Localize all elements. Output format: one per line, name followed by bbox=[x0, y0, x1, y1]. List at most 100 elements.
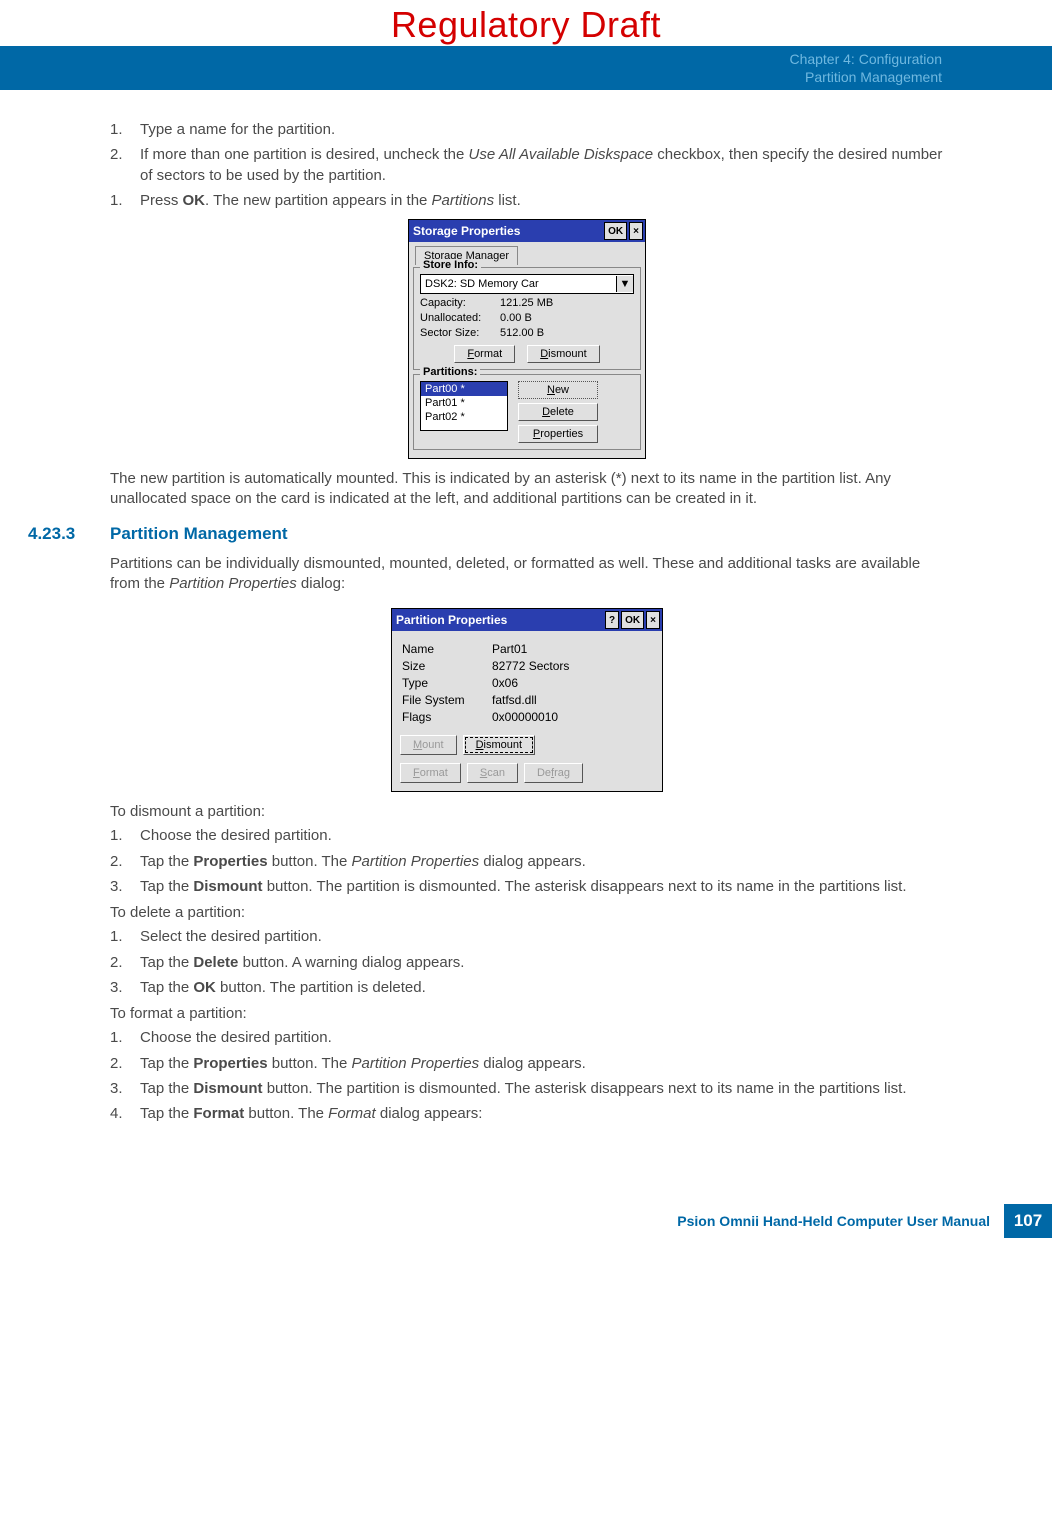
text: button. A warning dialog appears. bbox=[238, 954, 464, 971]
titlebar: Storage Properties OK × bbox=[409, 220, 645, 242]
text: Tap the bbox=[140, 954, 193, 971]
list-item: 2.Tap the Properties button. The Partiti… bbox=[110, 1054, 944, 1074]
list-item[interactable]: Part02 * bbox=[421, 410, 507, 424]
bold-text: OK bbox=[193, 979, 216, 996]
chapter-line-2: Partition Management bbox=[789, 68, 942, 86]
bold-text: Delete bbox=[193, 954, 238, 971]
label: Name bbox=[402, 642, 492, 656]
defrag-button[interactable]: Defrag bbox=[524, 763, 583, 783]
list-item: 1. Type a name for the partition. bbox=[110, 120, 944, 140]
bold-text: Properties bbox=[193, 1055, 267, 1072]
chapter-line-1: Chapter 4: Configuration bbox=[789, 50, 942, 68]
label: Size bbox=[402, 659, 492, 673]
text: list. bbox=[494, 192, 521, 209]
label: Unallocated: bbox=[420, 312, 500, 324]
body-paragraph: To format a partition: bbox=[110, 1004, 944, 1024]
close-button[interactable]: × bbox=[629, 222, 643, 240]
list-item: 2.Tap the Delete button. A warning dialo… bbox=[110, 953, 944, 973]
step-text: Press OK. The new partition appears in t… bbox=[140, 191, 944, 211]
fieldset-legend: Partitions: bbox=[420, 366, 480, 378]
page-number: 107 bbox=[1004, 1204, 1052, 1238]
format-steps: 1.Choose the desired partition. 2.Tap th… bbox=[110, 1028, 944, 1124]
chevron-down-icon[interactable]: ▼ bbox=[616, 276, 633, 292]
value: fatfsd.dll bbox=[492, 693, 537, 707]
partition-properties-dialog: Partition Properties ? OK × NamePart01 S… bbox=[391, 608, 663, 792]
step-number: 3. bbox=[110, 877, 140, 897]
step-text: Select the desired partition. bbox=[140, 927, 944, 947]
value: 121.25 MB bbox=[500, 297, 553, 309]
list-item: 1. Press OK. The new partition appears i… bbox=[110, 191, 944, 211]
list-item: 3.Tap the OK button. The partition is de… bbox=[110, 978, 944, 998]
text: Tap the bbox=[140, 853, 193, 870]
page-footer: Psion Omnii Hand-Held Computer User Manu… bbox=[0, 1204, 1052, 1238]
ok-button[interactable]: OK bbox=[604, 222, 627, 240]
format-button[interactable]: Format bbox=[454, 345, 515, 363]
partitions-fieldset: Partitions: Part00 * Part01 * Part02 * N… bbox=[413, 374, 641, 450]
text: button. The partition is dismounted. The… bbox=[263, 1080, 907, 1097]
section-title: Partition Management bbox=[110, 524, 288, 544]
list-item: 1.Select the desired partition. bbox=[110, 927, 944, 947]
titlebar: Partition Properties ? OK × bbox=[392, 609, 662, 631]
text: button. The bbox=[268, 853, 352, 870]
dialog-title: Partition Properties bbox=[396, 613, 603, 627]
step-number: 2. bbox=[110, 852, 140, 872]
value: 0x06 bbox=[492, 676, 518, 690]
bold-text: Dismount bbox=[193, 1080, 262, 1097]
step-number: 2. bbox=[110, 1054, 140, 1074]
step-text: Tap the OK button. The partition is dele… bbox=[140, 978, 944, 998]
body-paragraph: To dismount a partition: bbox=[110, 802, 944, 822]
delete-button[interactable]: Delete bbox=[518, 403, 598, 421]
step-number: 2. bbox=[110, 953, 140, 973]
label: Flags bbox=[402, 710, 492, 724]
italic-text: Use All Available Diskspace bbox=[469, 146, 654, 163]
list-item: 2. If more than one partition is desired… bbox=[110, 145, 944, 186]
list-item[interactable]: Part00 * bbox=[421, 382, 507, 396]
text: button. The partition is deleted. bbox=[216, 979, 426, 996]
scan-button[interactable]: Scan bbox=[467, 763, 518, 783]
list-item: 3.Tap the Dismount button. The partition… bbox=[110, 877, 944, 897]
text: Tap the bbox=[140, 1055, 193, 1072]
format-button[interactable]: Format bbox=[400, 763, 461, 783]
footer-text: Psion Omnii Hand-Held Computer User Manu… bbox=[677, 1204, 1004, 1238]
text: button. The partition is dismounted. The… bbox=[263, 878, 907, 895]
section-heading: 4.23.3 Partition Management bbox=[110, 524, 944, 544]
properties-button[interactable]: Properties bbox=[518, 425, 598, 443]
list-item: 1.Choose the desired partition. bbox=[110, 826, 944, 846]
step-text: Choose the desired partition. bbox=[140, 1028, 944, 1048]
store-combo[interactable]: DSK2: SD Memory Car ▼ bbox=[420, 274, 634, 294]
step-number: 3. bbox=[110, 978, 140, 998]
step-number: 4. bbox=[110, 1104, 140, 1124]
dismount-button[interactable]: Dismount bbox=[463, 735, 535, 755]
ok-button[interactable]: OK bbox=[621, 611, 644, 629]
bold-text: Properties bbox=[193, 853, 267, 870]
value: 82772 Sectors bbox=[492, 659, 569, 673]
bold-text: Format bbox=[193, 1105, 244, 1122]
value: 0.00 B bbox=[500, 312, 532, 324]
fieldset-legend: Store Info: bbox=[420, 259, 481, 271]
text: If more than one partition is desired, u… bbox=[140, 146, 469, 163]
step-number: 1. bbox=[110, 1028, 140, 1048]
list-item: 2.Tap the Properties button. The Partiti… bbox=[110, 852, 944, 872]
list-item[interactable]: Part01 * bbox=[421, 396, 507, 410]
list-item: 4.Tap the Format button. The Format dial… bbox=[110, 1104, 944, 1124]
step-text: Type a name for the partition. bbox=[140, 120, 944, 140]
help-button[interactable]: ? bbox=[605, 611, 619, 629]
text: Tap the bbox=[140, 878, 193, 895]
dialog-title: Storage Properties bbox=[413, 224, 602, 238]
close-button[interactable]: × bbox=[646, 611, 660, 629]
list-item: 3.Tap the Dismount button. The partition… bbox=[110, 1079, 944, 1099]
text: dialog appears. bbox=[479, 1055, 586, 1072]
step-text: Tap the Properties button. The Partition… bbox=[140, 1054, 944, 1074]
step-number: 1. bbox=[110, 927, 140, 947]
text: button. The bbox=[244, 1105, 328, 1122]
text: dialog: bbox=[297, 575, 345, 592]
partition-listbox[interactable]: Part00 * Part01 * Part02 * bbox=[420, 381, 508, 431]
label: File System bbox=[402, 693, 492, 707]
step-text: Tap the Dismount button. The partition i… bbox=[140, 1079, 944, 1099]
dismount-button[interactable]: Dismount bbox=[527, 345, 599, 363]
step-number: 3. bbox=[110, 1079, 140, 1099]
new-button[interactable]: New bbox=[518, 381, 598, 399]
mount-button[interactable]: Mount bbox=[400, 735, 457, 755]
body-paragraph: To delete a partition: bbox=[110, 903, 944, 923]
italic-text: Partition Properties bbox=[352, 1055, 480, 1072]
